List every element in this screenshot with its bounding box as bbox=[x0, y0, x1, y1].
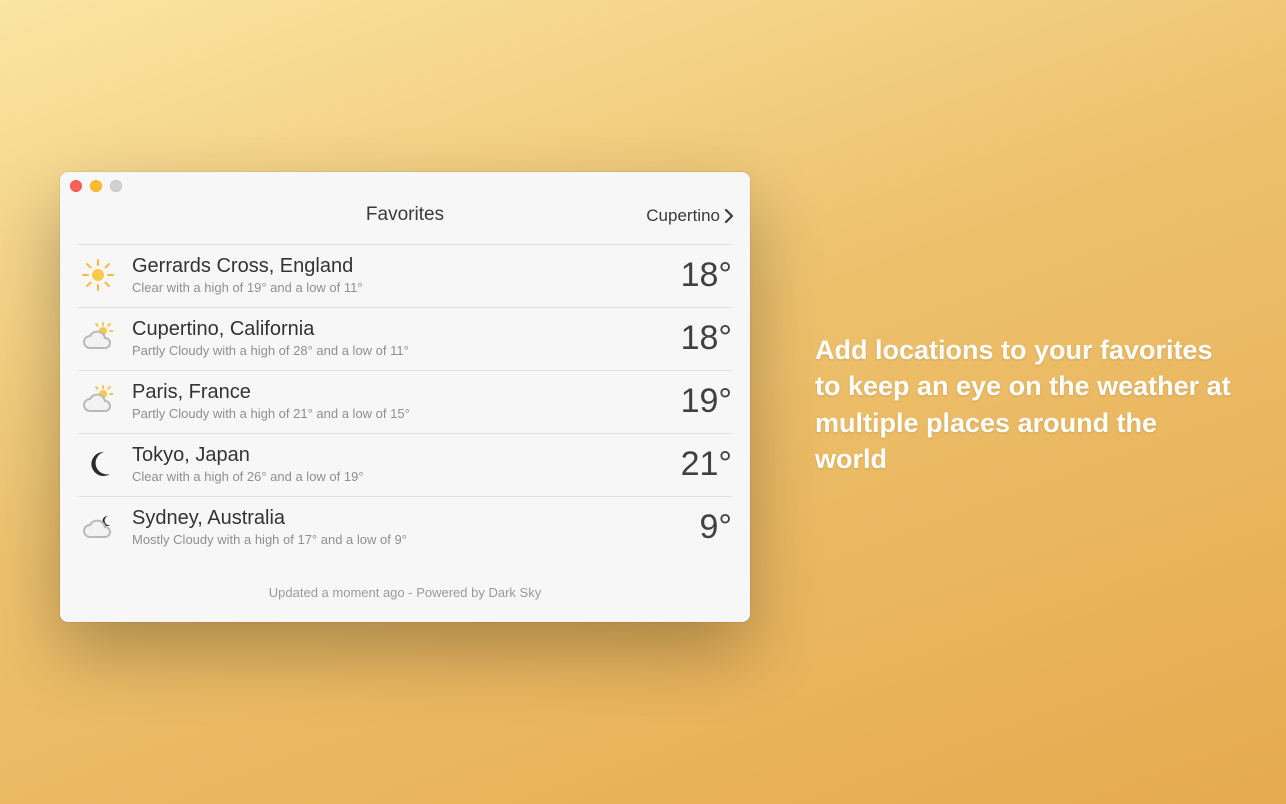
location-name: Cupertino, California bbox=[132, 318, 667, 341]
favorite-row[interactable]: Cupertino, California Partly Cloudy with… bbox=[78, 307, 732, 370]
location-summary: Partly Cloudy with a high of 28° and a l… bbox=[132, 343, 667, 358]
favorite-text: Tokyo, Japan Clear with a high of 26° an… bbox=[132, 444, 667, 484]
location-summary: Clear with a high of 26° and a low of 19… bbox=[132, 469, 667, 484]
sun-icon bbox=[78, 255, 118, 295]
location-temp: 9° bbox=[699, 508, 732, 547]
footer-text: Updated a moment ago - Powered by Dark S… bbox=[60, 559, 750, 622]
favorite-row[interactable]: Paris, France Partly Cloudy with a high … bbox=[78, 370, 732, 433]
header: Favorites Cupertino bbox=[60, 194, 750, 244]
favorite-text: Paris, France Partly Cloudy with a high … bbox=[132, 381, 667, 421]
location-temp: 18° bbox=[681, 319, 732, 358]
favorite-text: Cupertino, California Partly Cloudy with… bbox=[132, 318, 667, 358]
favorite-row[interactable]: Tokyo, Japan Clear with a high of 26° an… bbox=[78, 433, 732, 496]
minimize-window-button[interactable] bbox=[90, 180, 102, 192]
location-temp: 19° bbox=[681, 382, 732, 421]
favorites-window: Favorites Cupertino Gerrards Cross, Engl… bbox=[60, 172, 750, 622]
favorite-text: Gerrards Cross, England Clear with a hig… bbox=[132, 255, 667, 295]
zoom-window-button[interactable] bbox=[110, 180, 122, 192]
current-location-link[interactable]: Cupertino bbox=[646, 206, 734, 226]
location-name: Gerrards Cross, England bbox=[132, 255, 667, 278]
partly-cloudy-day-icon bbox=[78, 381, 118, 421]
location-summary: Partly Cloudy with a high of 21° and a l… bbox=[132, 406, 667, 421]
close-window-button[interactable] bbox=[70, 180, 82, 192]
location-summary: Mostly Cloudy with a high of 17° and a l… bbox=[132, 532, 685, 547]
current-location-label: Cupertino bbox=[646, 206, 720, 226]
marketing-copy: Add locations to your favorites to keep … bbox=[815, 332, 1235, 478]
partly-cloudy-day-icon bbox=[78, 318, 118, 358]
location-name: Paris, France bbox=[132, 381, 667, 404]
favorite-row[interactable]: Sydney, Australia Mostly Cloudy with a h… bbox=[78, 496, 732, 559]
chevron-right-icon bbox=[724, 208, 734, 224]
location-temp: 18° bbox=[681, 256, 732, 295]
page-title: Favorites bbox=[76, 204, 734, 226]
favorites-list: Gerrards Cross, England Clear with a hig… bbox=[60, 244, 750, 559]
cloudy-night-icon bbox=[78, 507, 118, 547]
location-name: Sydney, Australia bbox=[132, 507, 685, 530]
location-summary: Clear with a high of 19° and a low of 11… bbox=[132, 280, 667, 295]
location-temp: 21° bbox=[681, 445, 732, 484]
favorite-text: Sydney, Australia Mostly Cloudy with a h… bbox=[132, 507, 685, 547]
favorite-row[interactable]: Gerrards Cross, England Clear with a hig… bbox=[78, 244, 732, 307]
window-titlebar bbox=[60, 172, 750, 194]
moon-icon bbox=[78, 444, 118, 484]
location-name: Tokyo, Japan bbox=[132, 444, 667, 467]
